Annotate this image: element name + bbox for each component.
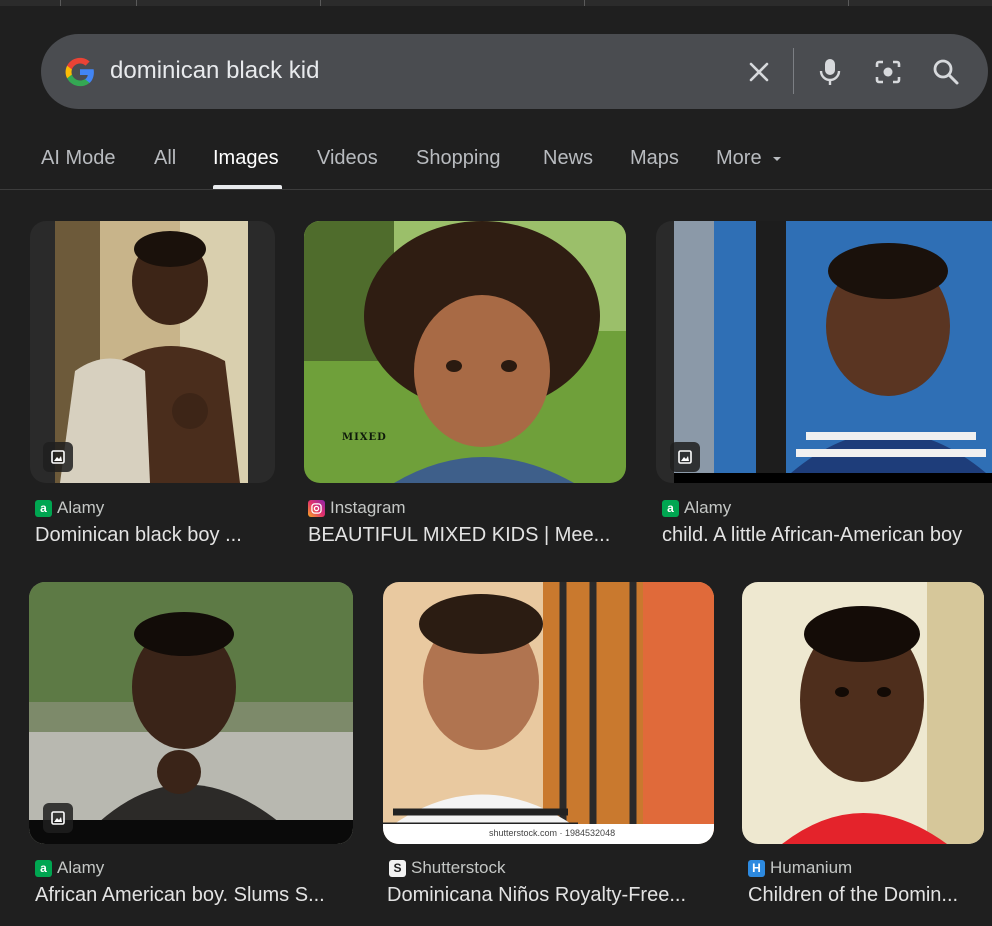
result-title[interactable]: BEAUTIFUL MIXED KIDS | Mee... xyxy=(308,524,626,547)
result-thumbnail[interactable]: shutterstock.com · 1984532048 xyxy=(383,582,714,844)
image-result-5[interactable]: shutterstock.com · 1984532048 S Shutters… xyxy=(383,582,714,912)
result-thumbnail[interactable] xyxy=(29,582,353,844)
tab-more-label: More xyxy=(716,147,762,169)
tab-videos[interactable]: Videos xyxy=(317,147,378,170)
image-badge-icon xyxy=(43,442,73,472)
result-source-label: Humanium xyxy=(770,858,853,877)
result-source[interactable]: Instagram xyxy=(308,498,406,518)
microphone-icon[interactable] xyxy=(812,54,848,90)
instagram-icon xyxy=(308,499,325,517)
image-result-2[interactable]: MIXED Instagram BEAUTIFUL MIXED KIDS | M… xyxy=(304,221,626,551)
alamy-favicon-icon: a xyxy=(35,859,52,877)
result-title[interactable]: Dominican black boy ... xyxy=(35,524,275,547)
tab-shopping[interactable]: Shopping xyxy=(416,147,501,170)
lens-camera-icon[interactable] xyxy=(870,54,906,90)
shutterstock-favicon-icon: S xyxy=(389,859,406,877)
search-input[interactable]: dominican black kid xyxy=(110,56,319,86)
image-result-6[interactable]: H Humanium Children of the Domin... xyxy=(742,582,984,912)
result-source-label: Instagram xyxy=(330,498,406,517)
humanium-favicon-icon: H xyxy=(748,859,765,877)
result-source-label: Shutterstock xyxy=(411,858,506,877)
alamy-favicon-icon: a xyxy=(662,499,679,517)
top-strip xyxy=(0,0,992,6)
tabs-divider xyxy=(0,189,992,190)
google-logo-icon xyxy=(65,57,94,87)
image-badge-icon xyxy=(670,442,700,472)
thumbnail-caption: shutterstock.com · 1984532048 xyxy=(489,828,616,838)
tab-news[interactable]: News xyxy=(543,147,593,170)
image-badge-icon xyxy=(43,803,73,833)
thumbnail-overlay-text: MIXED xyxy=(342,432,387,443)
tab-ai-mode[interactable]: AI Mode xyxy=(41,147,115,170)
result-source-label: Alamy xyxy=(57,858,105,877)
result-source[interactable]: a Alamy xyxy=(662,498,731,518)
tab-maps[interactable]: Maps xyxy=(630,147,679,170)
search-divider xyxy=(793,48,794,94)
search-icon[interactable] xyxy=(928,54,964,90)
result-thumbnail[interactable]: MIXED xyxy=(304,221,626,483)
tab-all[interactable]: All xyxy=(154,147,176,170)
image-result-3[interactable]: a Alamy child. A little African-American… xyxy=(656,221,992,551)
tab-images[interactable]: Images xyxy=(213,147,279,170)
result-source[interactable]: a Alamy xyxy=(35,498,104,518)
result-thumbnail[interactable] xyxy=(30,221,275,483)
result-source[interactable]: H Humanium xyxy=(748,858,852,878)
alamy-favicon-icon: a xyxy=(35,499,52,517)
image-result-1[interactable]: a Alamy Dominican black boy ... xyxy=(30,221,275,551)
result-title[interactable]: Dominicana Niños Royalty-Free... xyxy=(387,884,714,907)
tab-more[interactable]: More xyxy=(716,147,783,170)
caret-down-icon xyxy=(773,156,782,161)
search-tabs: AI Mode All Images Videos Shopping News … xyxy=(0,140,992,190)
search-box[interactable]: dominican black kid xyxy=(41,34,988,109)
result-thumbnail[interactable] xyxy=(656,221,992,483)
result-thumbnail[interactable] xyxy=(742,582,984,844)
result-source[interactable]: a Alamy xyxy=(35,858,104,878)
result-source-label: Alamy xyxy=(57,498,105,517)
result-source[interactable]: S Shutterstock xyxy=(389,858,506,878)
result-title[interactable]: Children of the Domin... xyxy=(748,884,984,907)
result-title[interactable]: African American boy. Slums S... xyxy=(35,884,353,907)
result-source-label: Alamy xyxy=(684,498,732,517)
clear-icon[interactable] xyxy=(741,54,777,90)
image-result-4[interactable]: a Alamy African American boy. Slums S... xyxy=(29,582,354,912)
result-title[interactable]: child. A little African-American boy xyxy=(662,524,992,547)
